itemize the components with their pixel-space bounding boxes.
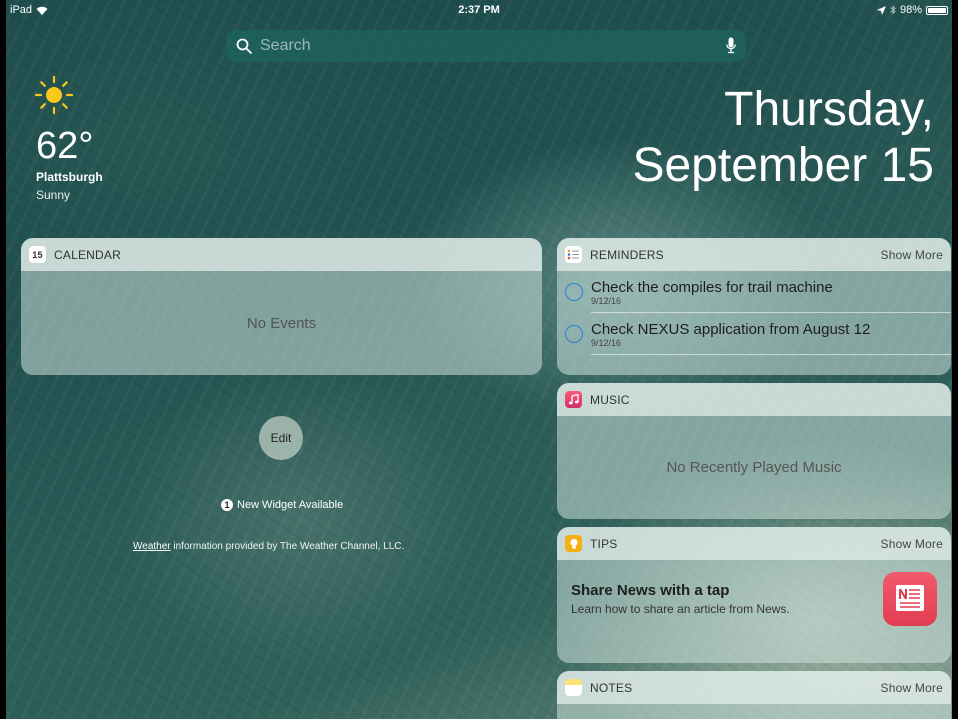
reminder-item[interactable]: Check the compiles for trail machine 9/1… [557, 271, 951, 313]
new-widget-badge: 1 [221, 499, 233, 511]
reminder-date: 9/12/16 [591, 295, 622, 306]
reminders-icon [565, 246, 582, 263]
microphone-icon[interactable] [726, 37, 736, 55]
calendar-title: CALENDAR [54, 247, 121, 262]
notes-title: NOTES [590, 680, 633, 695]
edit-button[interactable]: Edit [259, 416, 303, 460]
new-widget-notice[interactable]: 1 New Widget Available [221, 499, 343, 511]
tips-content[interactable]: Share News with a tap Learn how to share… [557, 560, 951, 626]
notes-header[interactable]: NOTES Show More [557, 671, 951, 704]
status-bar: iPad 2:37 PM 98% [0, 0, 958, 20]
reminder-text: Check the compiles for trail machine [591, 278, 833, 296]
tips-subtext: Learn how to share an article from News. [571, 602, 790, 616]
tips-widget[interactable]: TIPS Show More Share News with a tap Lea… [557, 527, 951, 663]
weather-widget[interactable]: 62° Plattsburgh Sunny [34, 75, 196, 202]
search-input[interactable]: Search [260, 37, 726, 55]
weather-link[interactable]: Weather [133, 541, 171, 552]
tips-title: TIPS [590, 536, 618, 551]
calendar-icon: 15 [29, 246, 46, 263]
bluetooth-icon [890, 5, 896, 15]
reminder-text: Check NEXUS application from August 12 [591, 320, 871, 338]
notes-widget[interactable]: NOTES Show More [557, 671, 951, 719]
reminders-title: REMINDERS [590, 247, 664, 262]
music-title: MUSIC [590, 392, 630, 407]
sun-icon [34, 75, 74, 115]
screen-edge-left [0, 0, 6, 719]
music-widget[interactable]: MUSIC No Recently Played Music [557, 383, 951, 519]
location-arrow-icon [876, 5, 886, 15]
reminders-header[interactable]: REMINDERS Show More [557, 238, 951, 271]
battery-level [928, 7, 946, 13]
attribution-text: information provided by The Weather Chan… [170, 541, 405, 552]
reminders-show-more-button[interactable]: Show More [881, 248, 944, 262]
date-display: Thursday, September 15 [632, 82, 934, 194]
calendar-widget[interactable]: 15 CALENDAR No Events [21, 238, 542, 375]
tips-header[interactable]: TIPS Show More [557, 527, 951, 560]
reminders-widget[interactable]: REMINDERS Show More Check the compiles f… [557, 238, 951, 375]
music-empty-text: No Recently Played Music [666, 459, 842, 476]
weather-attribution: Weather information provided by The Weat… [133, 541, 404, 552]
status-time: 2:37 PM [458, 4, 500, 16]
news-app-icon[interactable] [883, 572, 937, 626]
status-right: 98% [876, 4, 948, 16]
music-note-icon [565, 391, 582, 408]
battery-percent: 98% [899, 4, 922, 16]
tips-show-more-button[interactable]: Show More [881, 537, 944, 551]
calendar-empty-text: No Events [246, 314, 317, 332]
new-widget-label: New Widget Available [237, 499, 344, 511]
battery-icon [926, 5, 948, 15]
weather-condition: Sunny [36, 188, 71, 202]
reminder-date: 9/12/16 [591, 337, 622, 348]
reminder-checkbox[interactable] [565, 325, 583, 343]
date-day: September 15 [632, 139, 934, 192]
search-bar[interactable]: Search [226, 30, 746, 62]
lightbulb-icon [565, 535, 582, 552]
music-header[interactable]: MUSIC [557, 383, 951, 416]
calendar-icon-day: 15 [32, 249, 43, 260]
search-icon [236, 38, 252, 54]
notes-show-more-button[interactable]: Show More [881, 681, 944, 695]
calendar-header[interactable]: 15 CALENDAR [21, 238, 542, 271]
date-weekday: Thursday, [724, 83, 934, 136]
weather-city: Plattsburgh [36, 170, 103, 184]
weather-temperature: 62° [36, 125, 94, 167]
notes-icon [565, 679, 582, 696]
screen-edge-right [952, 0, 958, 719]
reminder-checkbox[interactable] [565, 283, 583, 301]
tips-heading: Share News with a tap [571, 582, 730, 599]
tips-text: Share News with a tap Learn how to share… [571, 582, 883, 616]
reminder-item[interactable]: Check NEXUS application from August 12 9… [557, 313, 951, 355]
